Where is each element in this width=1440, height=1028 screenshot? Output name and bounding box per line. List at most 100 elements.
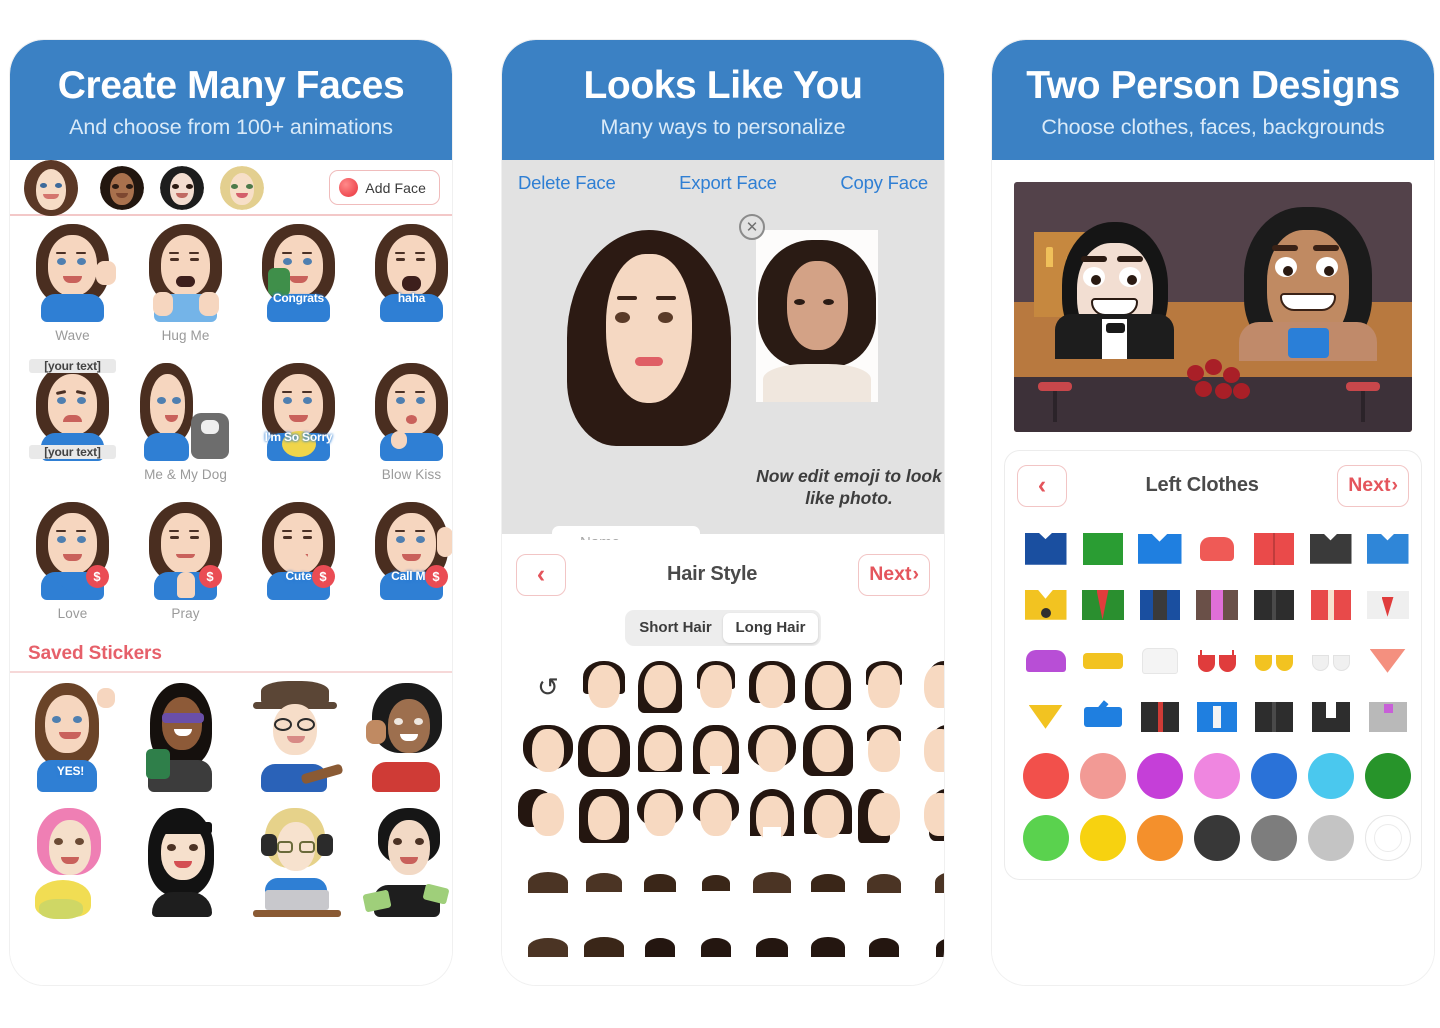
clothes-option[interactable] bbox=[1017, 649, 1074, 672]
hair-option[interactable] bbox=[800, 724, 856, 779]
hair-style-grid[interactable]: ↺ bbox=[516, 646, 944, 976]
couple-preview[interactable] bbox=[1014, 181, 1412, 432]
color-swatch[interactable] bbox=[1364, 752, 1411, 799]
color-swatch[interactable] bbox=[1079, 814, 1126, 861]
delete-face-button[interactable]: Delete Face bbox=[518, 172, 616, 194]
rotate-cell[interactable]: ↺ bbox=[520, 672, 576, 703]
hair-option[interactable] bbox=[576, 724, 632, 779]
saved-sticker-item[interactable]: YES! bbox=[14, 681, 127, 798]
hair-length-segmented-control[interactable]: Short Hair Long Hair bbox=[625, 609, 821, 646]
hair-option[interactable] bbox=[856, 931, 912, 957]
hair-option[interactable] bbox=[576, 788, 632, 843]
back-button[interactable]: ‹ bbox=[516, 553, 566, 596]
saved-sticker-item[interactable] bbox=[127, 806, 240, 923]
hair-option[interactable] bbox=[800, 867, 856, 893]
saved-sticker-item[interactable] bbox=[14, 806, 127, 923]
sticker-item[interactable]: Call Me $ bbox=[355, 500, 452, 639]
hair-option[interactable] bbox=[632, 724, 688, 779]
hair-option[interactable] bbox=[744, 660, 800, 715]
hair-option[interactable] bbox=[632, 788, 688, 843]
back-button[interactable]: ‹ bbox=[1017, 464, 1067, 507]
clothes-option[interactable] bbox=[1245, 701, 1302, 732]
clothes-option[interactable] bbox=[1131, 647, 1188, 674]
hair-option[interactable] bbox=[800, 788, 856, 843]
sticker-item[interactable]: Me & My Dog bbox=[129, 361, 242, 500]
hair-option[interactable] bbox=[800, 660, 856, 715]
hair-option[interactable] bbox=[800, 931, 856, 958]
hair-option[interactable] bbox=[856, 660, 912, 715]
sticker-item[interactable]: Congrats bbox=[242, 222, 355, 361]
color-swatch[interactable] bbox=[1250, 752, 1297, 799]
clothes-option[interactable] bbox=[1245, 532, 1302, 565]
clothes-option[interactable] bbox=[1188, 589, 1245, 620]
clothes-option[interactable] bbox=[1416, 534, 1421, 564]
color-swatch[interactable] bbox=[1193, 814, 1240, 861]
color-swatch-row[interactable] bbox=[1017, 745, 1411, 807]
close-icon[interactable]: ✕ bbox=[739, 213, 765, 240]
clothes-option[interactable] bbox=[1359, 590, 1416, 619]
color-swatch[interactable] bbox=[1422, 753, 1423, 799]
hair-option[interactable] bbox=[688, 867, 744, 893]
segment-short-hair[interactable]: Short Hair bbox=[628, 613, 723, 643]
sticker-item[interactable]: Cute $ bbox=[242, 500, 355, 639]
clothes-option[interactable] bbox=[1074, 652, 1131, 669]
clothes-option[interactable] bbox=[1416, 647, 1421, 675]
sticker-item[interactable]: Hug Me bbox=[129, 222, 242, 361]
sticker-item[interactable]: [your text] [your text] bbox=[16, 358, 129, 500]
hair-option[interactable] bbox=[632, 931, 688, 957]
hair-option[interactable] bbox=[856, 788, 912, 843]
color-swatch[interactable] bbox=[1136, 814, 1183, 861]
reference-photo[interactable] bbox=[756, 229, 878, 402]
hair-option[interactable] bbox=[912, 931, 944, 957]
saved-sticker-item[interactable] bbox=[127, 681, 240, 798]
avatar-preview[interactable] bbox=[560, 216, 738, 456]
clothes-grid[interactable] bbox=[1017, 507, 1409, 745]
hair-option[interactable] bbox=[576, 867, 632, 893]
copy-face-button[interactable]: Copy Face bbox=[840, 172, 928, 194]
hair-option[interactable] bbox=[576, 931, 632, 957]
hair-option[interactable] bbox=[632, 867, 688, 893]
color-swatch[interactable] bbox=[1022, 752, 1069, 799]
hair-option[interactable] bbox=[912, 724, 944, 779]
sticker-grid[interactable]: Wave Hug Me Congrats haha [your text] [y… bbox=[10, 216, 452, 923]
color-swatch[interactable] bbox=[1136, 752, 1183, 799]
saved-sticker-item[interactable] bbox=[240, 680, 353, 798]
clothes-option[interactable] bbox=[1302, 651, 1359, 671]
color-swatch[interactable] bbox=[1307, 752, 1354, 799]
clothes-option[interactable] bbox=[1245, 589, 1302, 620]
clothes-option[interactable] bbox=[1359, 701, 1416, 732]
clothes-option[interactable] bbox=[1416, 702, 1421, 732]
clothes-option[interactable] bbox=[1302, 701, 1359, 732]
clothes-option[interactable] bbox=[1074, 532, 1131, 565]
export-face-button[interactable]: Export Face bbox=[679, 172, 777, 194]
clothes-option[interactable] bbox=[1131, 533, 1188, 564]
color-swatch[interactable] bbox=[1079, 752, 1126, 799]
hair-option[interactable] bbox=[517, 788, 576, 843]
clothes-option[interactable] bbox=[1359, 648, 1416, 673]
hair-option[interactable] bbox=[688, 724, 744, 779]
segment-long-hair[interactable]: Long Hair bbox=[723, 612, 818, 643]
sticker-item[interactable]: $ Pray bbox=[129, 500, 242, 639]
sticker-item[interactable]: I'm So Sorry bbox=[242, 361, 355, 500]
clothes-option[interactable] bbox=[1188, 536, 1245, 561]
clothes-option[interactable] bbox=[1017, 704, 1074, 729]
hair-option[interactable] bbox=[744, 867, 800, 893]
hair-option[interactable] bbox=[912, 660, 944, 715]
face-chip-2[interactable] bbox=[100, 165, 144, 210]
hair-option[interactable] bbox=[688, 931, 744, 957]
sticker-item[interactable]: Wave bbox=[16, 222, 129, 361]
color-swatch[interactable] bbox=[1250, 814, 1297, 861]
hair-option[interactable] bbox=[520, 867, 576, 893]
hair-option[interactable] bbox=[632, 660, 688, 715]
hair-option[interactable] bbox=[688, 660, 744, 715]
hair-option[interactable] bbox=[576, 660, 632, 715]
clothes-option[interactable] bbox=[1302, 533, 1359, 564]
clothes-option[interactable] bbox=[1017, 532, 1074, 565]
saved-sticker-item[interactable] bbox=[353, 806, 452, 923]
hair-option[interactable] bbox=[856, 867, 912, 893]
hair-option[interactable] bbox=[856, 724, 912, 779]
next-button[interactable]: Next › bbox=[1337, 464, 1409, 507]
add-face-button[interactable]: Add Face bbox=[329, 170, 440, 206]
color-swatch[interactable] bbox=[1422, 815, 1423, 861]
hair-option[interactable] bbox=[912, 867, 944, 893]
